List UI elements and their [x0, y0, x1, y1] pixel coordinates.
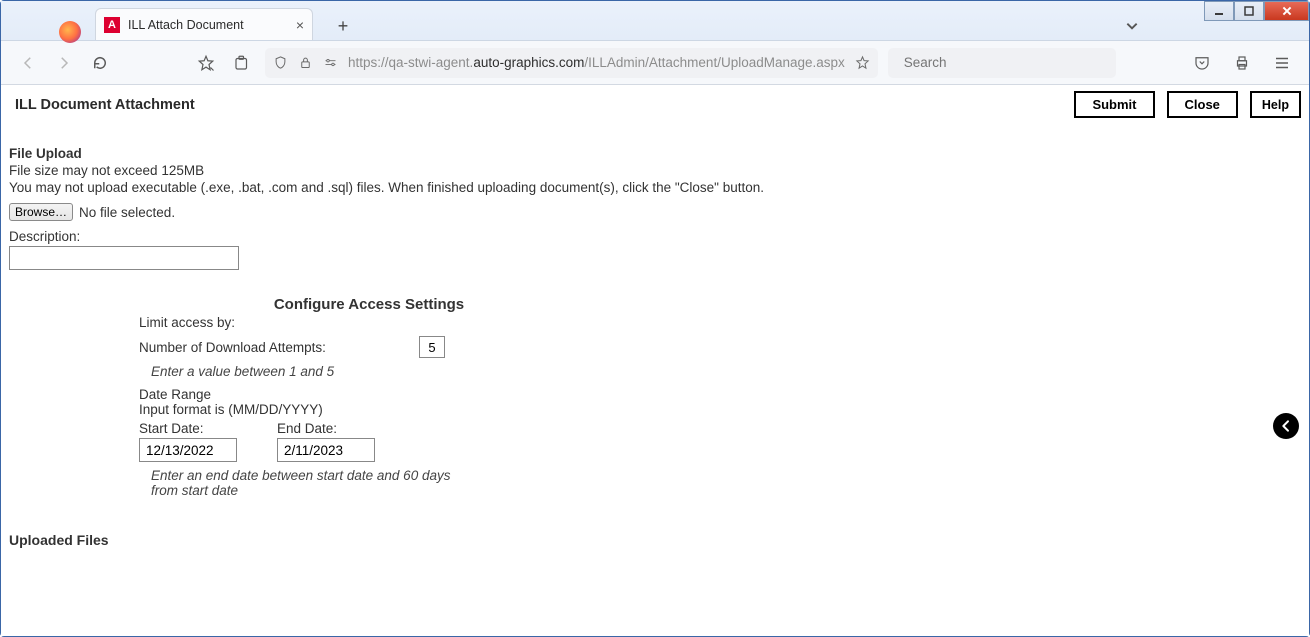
search-input[interactable]: [904, 55, 1108, 70]
uploaded-files-heading: Uploaded Files: [9, 532, 1301, 548]
side-panel-toggle[interactable]: [1273, 413, 1299, 439]
page-title: ILL Document Attachment: [15, 97, 195, 113]
help-button[interactable]: Help: [1250, 91, 1301, 118]
tab-close-icon[interactable]: ×: [296, 17, 304, 33]
no-file-label: No file selected.: [79, 205, 175, 220]
file-size-hint: File size may not exceed 125MB: [9, 163, 1301, 178]
downloads-input[interactable]: [419, 336, 445, 358]
print-icon[interactable]: [1229, 50, 1255, 76]
end-date-input[interactable]: [277, 438, 375, 462]
downloads-label: Number of Download Attempts:: [139, 340, 419, 355]
input-format-label: Input format is (MM/DD/YYYY): [139, 402, 599, 417]
window-controls: [1204, 1, 1309, 21]
permissions-icon: [323, 55, 338, 70]
tabs-overflow-icon[interactable]: [1125, 19, 1139, 36]
browse-button[interactable]: Browse…: [9, 203, 73, 221]
tab-title: ILL Attach Document: [128, 18, 244, 32]
description-label: Description:: [9, 229, 1301, 244]
app-menu-icon[interactable]: [1269, 50, 1295, 76]
shield-icon: [273, 55, 288, 70]
url-bar[interactable]: https://qa-stwi-agent.auto-graphics.com/…: [265, 48, 878, 78]
pocket-icon[interactable]: [1189, 50, 1215, 76]
tabstrip: ILL Attach Document × +: [1, 1, 1309, 41]
window-minimize-button[interactable]: [1204, 1, 1234, 21]
firefox-icon: [59, 21, 81, 43]
window-close-button[interactable]: [1264, 1, 1309, 21]
config-heading: Configure Access Settings: [139, 296, 599, 313]
extensions-icon[interactable]: [229, 50, 255, 76]
new-tab-button[interactable]: +: [329, 12, 357, 40]
limit-label: Limit access by:: [139, 315, 599, 330]
file-upload-heading: File Upload: [9, 146, 1301, 161]
page-content: ILL Document Attachment Submit Close Hel…: [1, 85, 1309, 636]
back-button[interactable]: [15, 50, 41, 76]
date-hint: Enter an end date between start date and…: [151, 468, 451, 498]
forward-button[interactable]: [51, 50, 77, 76]
reload-button[interactable]: [87, 50, 113, 76]
toolbar: https://qa-stwi-agent.auto-graphics.com/…: [1, 41, 1309, 85]
search-bar[interactable]: [888, 48, 1116, 78]
angular-favicon: [104, 17, 120, 33]
submit-button[interactable]: Submit: [1074, 91, 1154, 118]
date-range-label: Date Range: [139, 387, 599, 402]
description-input[interactable]: [9, 246, 239, 270]
bookmark-page-icon[interactable]: [855, 55, 870, 70]
lock-icon: [298, 55, 313, 70]
start-date-input[interactable]: [139, 438, 237, 462]
file-type-hint: You may not upload executable (.exe, .ba…: [9, 180, 1301, 195]
url-text: https://qa-stwi-agent.auto-graphics.com/…: [348, 55, 845, 70]
bookmark-star-icon[interactable]: [193, 50, 219, 76]
close-button[interactable]: Close: [1167, 91, 1238, 118]
browser-tab[interactable]: ILL Attach Document ×: [95, 8, 313, 40]
start-date-label: Start Date:: [139, 421, 237, 436]
window-maximize-button[interactable]: [1234, 1, 1264, 21]
downloads-hint: Enter a value between 1 and 5: [151, 364, 599, 379]
end-date-label: End Date:: [277, 421, 375, 436]
